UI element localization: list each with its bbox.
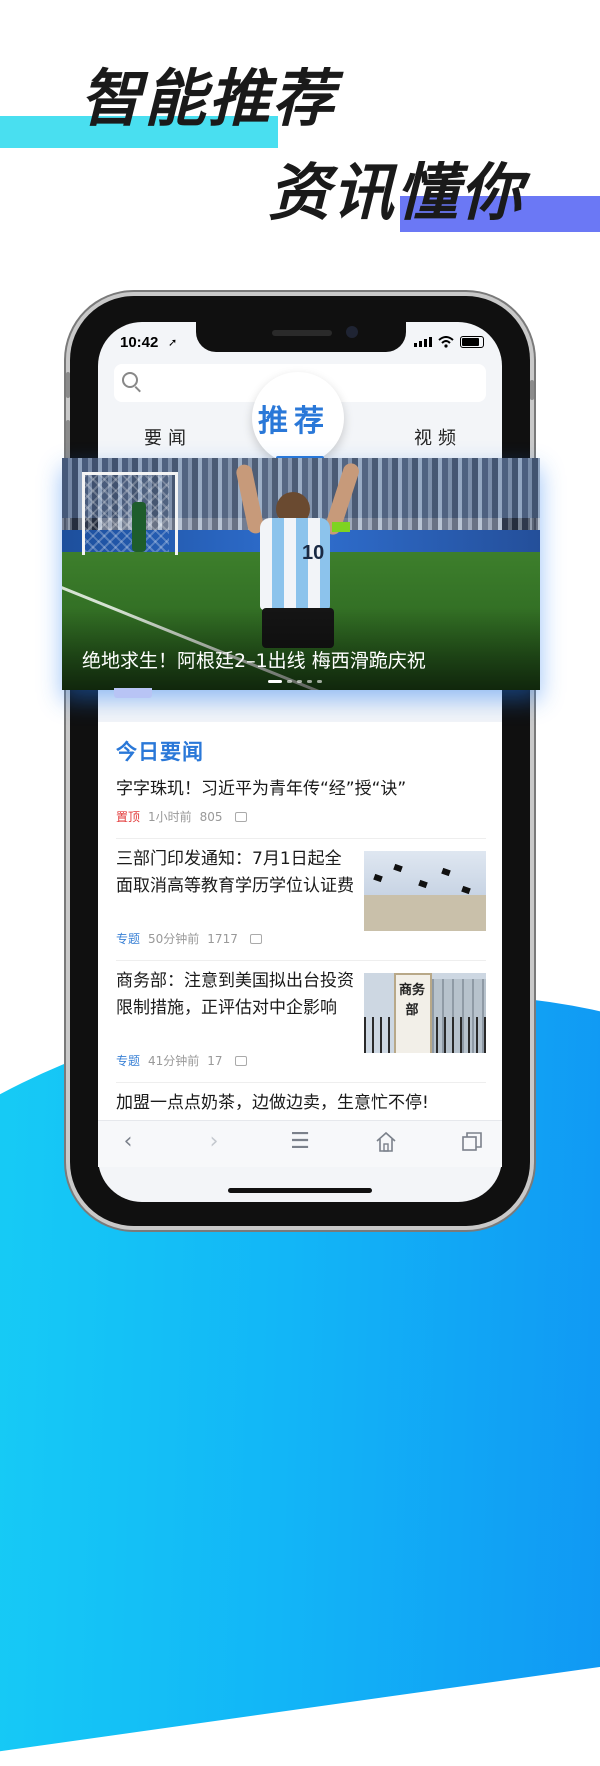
news-item-1-title[interactable]: 字字珠玑！习近平为青年传“经”授“诀” [116, 776, 486, 803]
back-icon[interactable]: ‹ [116, 1130, 140, 1154]
cellular-signal-icon [414, 337, 432, 347]
carousel-dot[interactable] [297, 680, 302, 683]
comment-count: 1717 [207, 931, 238, 946]
comment-icon [234, 811, 247, 822]
status-icons [414, 336, 484, 348]
carousel-dots [268, 680, 322, 683]
divider [116, 838, 486, 839]
ad-tag [114, 688, 152, 698]
menu-icon[interactable]: ☰ [288, 1130, 312, 1154]
location-arrow-icon: ➚ [168, 336, 178, 349]
phone-notch [196, 322, 406, 352]
comment-icon [234, 1055, 247, 1066]
carousel-dot[interactable] [307, 680, 312, 683]
divider [116, 960, 486, 961]
phone-mute-switch [66, 372, 70, 398]
status-time: 10:42 [120, 334, 159, 351]
phone-power-button [530, 380, 534, 400]
headline-line-1: 智能推荐 [80, 62, 337, 135]
headline-line-2: 资讯懂你 [268, 156, 525, 229]
wifi-icon [438, 336, 454, 348]
thumbnail-plaque-text: 商务部 [399, 983, 426, 1018]
carousel-dot[interactable] [287, 680, 292, 683]
news-item-3-meta: 专题 41分钟前 17 [116, 1052, 247, 1069]
tab-news[interactable]: 要闻 [144, 424, 192, 450]
phone-speaker [272, 330, 332, 336]
topic-badge: 专题 [116, 1054, 141, 1068]
goal-post [82, 472, 178, 555]
tab-video[interactable]: 视频 [414, 424, 462, 450]
home-icon[interactable] [374, 1130, 398, 1154]
tabs-icon[interactable] [460, 1130, 484, 1154]
news-item-3-thumbnail[interactable]: 商务部 [364, 973, 486, 1053]
jersey-number: 10 [302, 542, 325, 564]
topic-badge: 专题 [116, 932, 141, 946]
news-item-2-thumbnail[interactable] [364, 851, 486, 931]
battery-icon [460, 336, 484, 348]
tab-recommend[interactable]: 推荐 [258, 396, 330, 440]
banner-carousel[interactable]: 10 绝地求生！阿根廷2–1出线 梅西滑跪庆祝 [62, 458, 540, 690]
news-item-1-meta: 置顶 1小时前 805 [116, 808, 247, 825]
comment-icon [249, 933, 262, 944]
search-icon [122, 372, 138, 388]
section-title: 今日要闻 [116, 740, 204, 764]
news-item-4-title[interactable]: 加盟一点点奶茶，边做边卖，生意忙不停! [116, 1090, 486, 1118]
forward-icon[interactable]: › [202, 1130, 226, 1154]
comment-count: 17 [207, 1053, 223, 1068]
pinned-badge: 置顶 [116, 810, 141, 824]
carousel-dot[interactable] [317, 680, 322, 683]
divider [116, 1082, 486, 1083]
news-item-3-title[interactable]: 商务部：注意到美国拟出台投资限制措施，正评估对中企影响 [116, 968, 356, 1022]
comment-count: 805 [199, 809, 223, 824]
news-time: 1小时前 [148, 810, 192, 824]
goalkeeper-figure [132, 502, 146, 552]
news-time: 41分钟前 [148, 1054, 200, 1068]
news-item-2-title[interactable]: 三部门印发通知：7月1日起全面取消高等教育学历学位认证费 [116, 846, 356, 900]
news-item-2-meta: 专题 50分钟前 1717 [116, 930, 262, 947]
news-time: 50分钟前 [148, 932, 200, 946]
home-indicator[interactable] [228, 1188, 372, 1193]
carousel-dot[interactable] [268, 680, 282, 683]
phone-camera [346, 326, 358, 338]
banner-caption[interactable]: 绝地求生！阿根廷2–1出线 梅西滑跪庆祝 [82, 646, 426, 673]
